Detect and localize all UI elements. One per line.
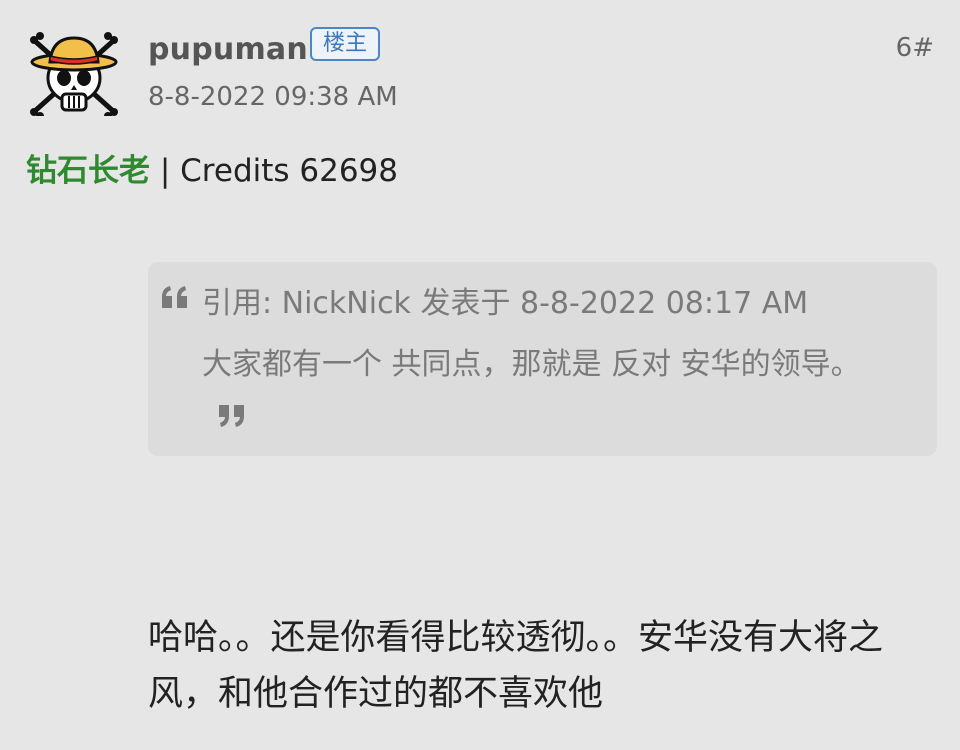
- forum-post: pupuman 楼主 6# 8-8-2022 09:38 AM 钻石长老 | C…: [0, 0, 960, 750]
- avatar[interactable]: [28, 30, 120, 116]
- user-rank: 钻石长老: [26, 153, 150, 189]
- quote-text: 大家都有一个 共同点，那就是 反对 安华的领导。: [202, 347, 861, 382]
- post-timestamp: 8-8-2022 09:38 AM: [148, 82, 398, 112]
- quote-block: 引用: NickNick 发表于 8-8-2022 08:17 AM 大家都有一…: [148, 262, 937, 456]
- op-badge: 楼主: [310, 27, 380, 61]
- post-body: 哈哈。。还是你看得比较透彻。。安华没有大将之风，和他合作过的都不喜欢他: [148, 618, 884, 714]
- quote-open-icon: [162, 286, 187, 308]
- quote-text-wrap: 大家都有一个 共同点，那就是 反对 安华的领导。: [202, 338, 902, 446]
- username[interactable]: pupuman: [148, 31, 308, 69]
- quote-close-icon: [219, 404, 244, 427]
- user-credits: | Credits 62698: [159, 153, 399, 189]
- user-meta: 钻石长老 | Credits 62698: [26, 151, 398, 191]
- quote-header: 引用: NickNick 发表于 8-8-2022 08:17 AM: [202, 286, 809, 321]
- floor-number: 6#: [895, 33, 934, 63]
